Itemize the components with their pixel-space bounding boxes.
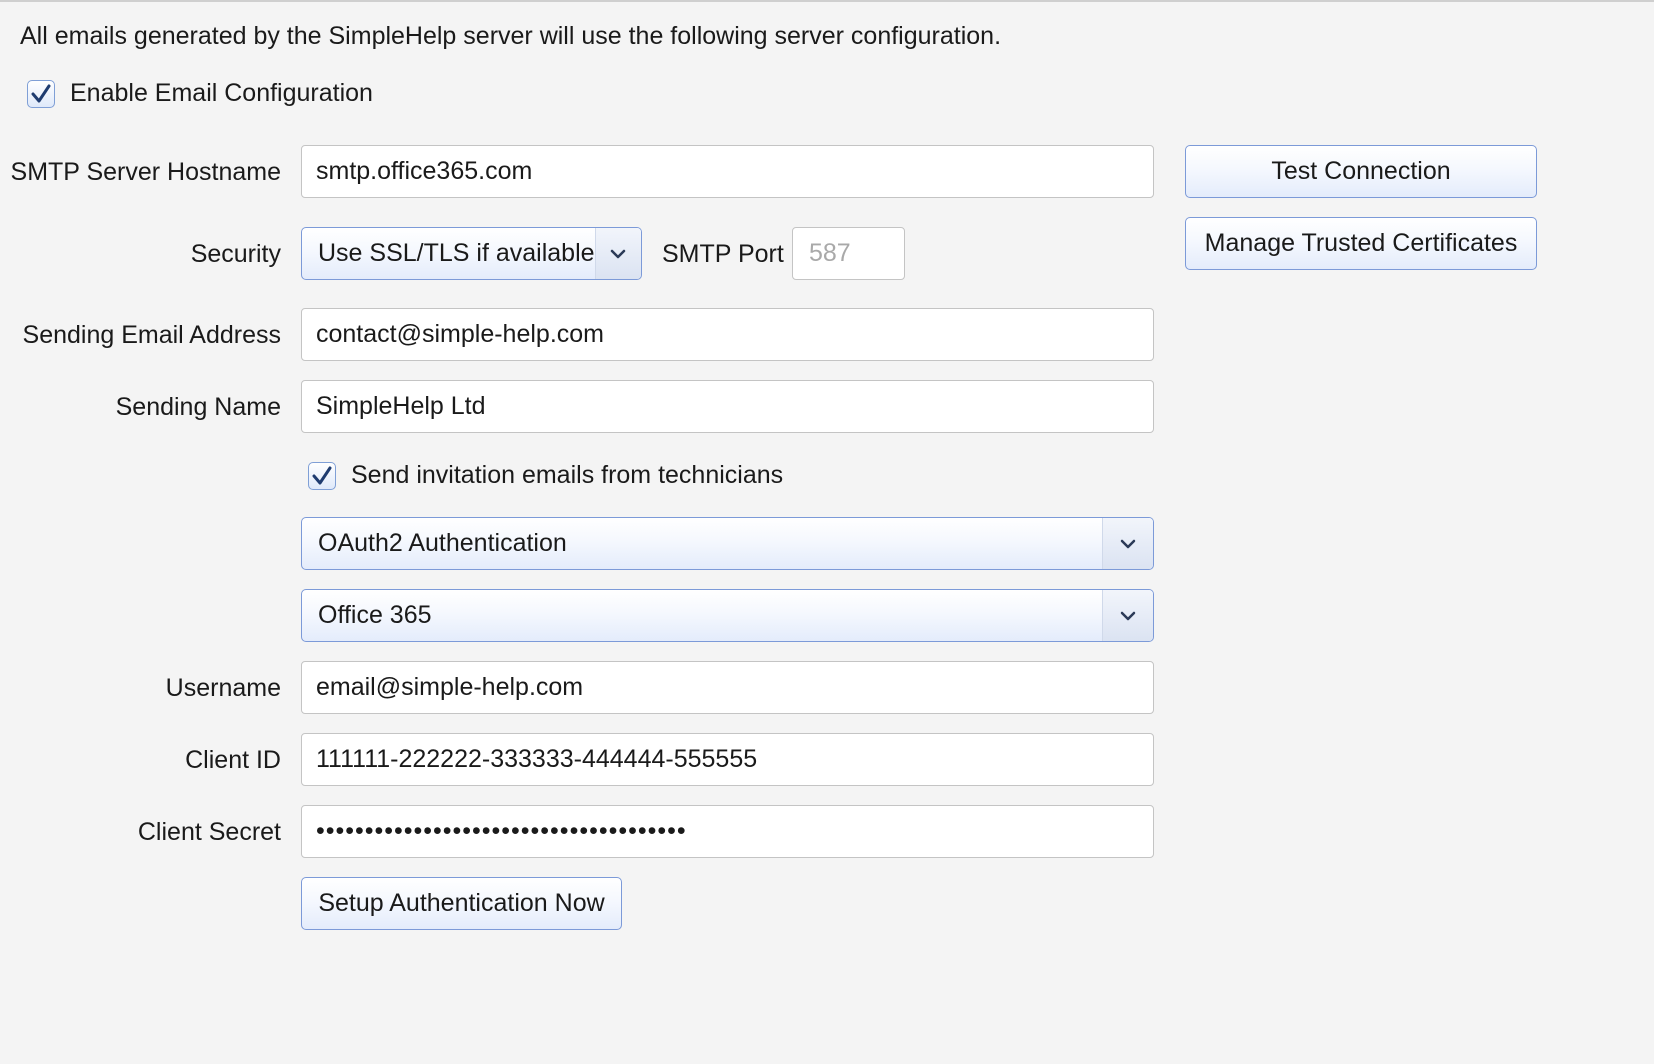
security-dropdown-toggle[interactable] [594, 228, 641, 279]
auth-provider-selected-value: Office 365 [318, 601, 432, 629]
auth-provider-select[interactable]: Office 365 [301, 589, 1154, 642]
chevron-down-icon [1120, 611, 1136, 620]
intro-text: All emails generated by the SimpleHelp s… [20, 22, 1002, 50]
username-label: Username [165, 674, 281, 702]
invite-from-techs-checkbox[interactable] [308, 461, 336, 490]
manage-certificates-button[interactable]: Manage Trusted Certificates [1185, 217, 1537, 270]
checkmark-icon [31, 84, 51, 102]
security-selected-value: Use SSL/TLS if available [318, 239, 595, 267]
sending-name-label: Sending Name [115, 393, 281, 421]
client-id-input[interactable]: 111111-222222-333333-444444-555555 [301, 733, 1154, 786]
checkmark-icon [312, 466, 332, 484]
enable-email-checkbox[interactable] [27, 79, 55, 108]
smtp-port-label: SMTP Port [662, 240, 784, 268]
enable-email-label: Enable Email Configuration [70, 79, 373, 107]
security-select[interactable]: Use SSL/TLS if available [301, 227, 642, 280]
username-input[interactable]: email@simple-help.com [301, 661, 1154, 714]
client-secret-input[interactable]: •••••••••••••••••••••••••••••••••••••• [301, 805, 1154, 858]
smtp-hostname-input[interactable]: smtp.office365.com [301, 145, 1154, 198]
chevron-down-icon [611, 249, 626, 258]
sending-email-label: Sending Email Address [22, 321, 281, 349]
enable-email-row[interactable]: Enable Email Configuration [27, 79, 373, 108]
invite-from-techs-row[interactable]: Send invitation emails from technicians [308, 461, 783, 490]
auth-method-dropdown-toggle[interactable] [1102, 518, 1153, 569]
setup-authentication-button[interactable]: Setup Authentication Now [301, 877, 622, 930]
smtp-port-input[interactable]: 587 [792, 227, 905, 280]
security-label: Security [190, 240, 281, 268]
test-connection-button[interactable]: Test Connection [1185, 145, 1537, 198]
smtp-hostname-label: SMTP Server Hostname [10, 158, 281, 186]
client-id-label: Client ID [185, 746, 281, 774]
auth-method-selected-value: OAuth2 Authentication [318, 529, 567, 557]
auth-provider-dropdown-toggle[interactable] [1102, 590, 1153, 641]
sending-name-input[interactable]: SimpleHelp Ltd [301, 380, 1154, 433]
auth-method-select[interactable]: OAuth2 Authentication [301, 517, 1154, 570]
sending-email-input[interactable]: contact@simple-help.com [301, 308, 1154, 361]
invite-from-techs-label: Send invitation emails from technicians [351, 461, 784, 489]
client-secret-label: Client Secret [137, 818, 281, 846]
chevron-down-icon [1120, 539, 1136, 548]
